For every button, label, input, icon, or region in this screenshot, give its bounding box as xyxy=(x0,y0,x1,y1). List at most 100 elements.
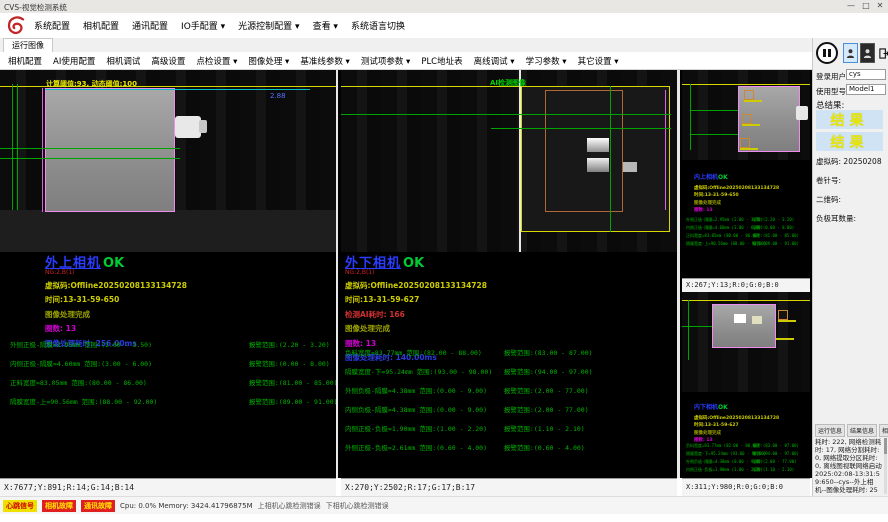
toolbar-item[interactable]: AI使用配置 xyxy=(53,55,95,67)
virtual-code-line: 虚拟码:Offline20250208133134728 xyxy=(345,280,487,291)
menu-item[interactable]: 相机配置 xyxy=(83,19,119,32)
login-user-field[interactable]: cys xyxy=(846,69,886,80)
tab-connector xyxy=(175,116,201,138)
pause-icon xyxy=(823,49,826,57)
result-text: 结果 xyxy=(831,135,869,151)
measure-row: 内侧正极-负极=1.90mm 范围:(1.00 - 2.20) 报警范围:(1.… xyxy=(345,420,675,439)
scrollbar-thumb[interactable] xyxy=(884,438,887,454)
camera-title: 内下相机 xyxy=(694,404,718,411)
camera-overlay-upper: 外上相机OK NG:2,B(1) 虚拟码:Offline202502081331… xyxy=(45,252,187,349)
info-tab[interactable]: 结果信息 xyxy=(847,424,877,437)
measure-guide-line xyxy=(491,128,671,129)
pixel-coordinate-bar-thumb-top: X:267;Y:13;R:0;G:0;B:0 xyxy=(682,278,810,292)
threshold-readout xyxy=(740,148,758,150)
battery-cell-region xyxy=(712,304,776,348)
measure-row: 内侧正极-隔膜=4.60mm (3.00 - 6.00) 报警:(0.00 - … xyxy=(686,224,806,232)
menu-item[interactable]: IO手配置 ▾ xyxy=(181,19,225,32)
measure-row: 正料宽度=83.05mm (80.00 - 86.00) 报警:(81.00 -… xyxy=(686,232,806,240)
result-text: 结果 xyxy=(831,113,869,129)
thumbnail-camera-inner-upper[interactable]: 内上相机OK 虚拟码:Offline20250208133134728 时间:1… xyxy=(682,70,810,278)
toolbar-item[interactable]: 学习参数 ▾ xyxy=(526,55,567,67)
info-tab[interactable]: 相机信息 xyxy=(879,424,888,437)
tab-connector xyxy=(587,158,609,172)
toolbar-item[interactable]: 高级设置 xyxy=(151,55,185,67)
panel-divider xyxy=(336,70,338,478)
measure-row: 负料宽度=83.77mm (82.00 - 88.00) 报警:(83.00 -… xyxy=(686,442,806,450)
menu-item[interactable]: 系统语言切换 xyxy=(351,19,405,32)
measure-row: 外侧正极-隔膜=2.95mm 范围:(2.00 - 3.50) 报警范围:(2.… xyxy=(10,336,336,355)
measure-value: 外侧负极-隔膜=4.38mm 范围:(0.00 - 9.00) xyxy=(345,382,500,401)
measure-value: 隔膜宽度-下=95.24mm 范围:(93.00 - 98.00) xyxy=(345,363,500,382)
camera-image-upper-outer[interactable]: 计算阈值:93, 动态阈值:100 2.88 xyxy=(0,70,336,252)
alarm-range: 报警:(0.00 - 8.00) xyxy=(752,225,794,230)
virtual-code-line: 虚拟码:Offline20250208133134728 xyxy=(694,185,779,191)
alarm-range: 报警范围:(2.00 - 77.00) xyxy=(504,406,589,414)
minimize-button[interactable]: — xyxy=(844,0,858,12)
pause-button[interactable] xyxy=(816,42,838,64)
toolbar-item[interactable]: 其它设置 ▾ xyxy=(578,55,619,67)
exit-button[interactable] xyxy=(876,43,888,63)
measurement-list-upper: 外侧正极-隔膜=2.95mm 范围:(2.00 - 3.50) 报警范围:(2.… xyxy=(10,336,336,412)
measure-guide-line xyxy=(45,89,310,90)
toolbar-item[interactable]: 离线调试 ▾ xyxy=(474,55,515,67)
cpu-memory-text: Cpu: 0.0% Memory: 3424.41796875M xyxy=(120,502,253,510)
measure-guide-line xyxy=(690,110,740,111)
measure-row: 隔膜宽度-上=90.56mm (88.00 - 92.00) 报警:(89.00… xyxy=(686,240,806,248)
edge-guide-line xyxy=(688,300,689,360)
toolbar-item[interactable]: PLC地址表 xyxy=(421,55,462,67)
camera-title: 内上相机 xyxy=(694,174,718,181)
result-box-upper: 结果 xyxy=(816,110,883,129)
time-line: 时间:13-31-59-627 xyxy=(345,294,487,305)
tab-strip: 运行图像 xyxy=(0,38,812,53)
sidebar-field: 二维码: xyxy=(816,194,888,205)
menu-item[interactable]: 通讯配置 xyxy=(132,19,168,32)
pixel-coordinate-text: X:270;Y:2502;R:17;G:17;B:17 xyxy=(345,483,475,492)
measure-value: 内侧负极-隔膜=4.38mm 范围:(0.00 - 9.00) xyxy=(345,401,500,420)
measure-row: 外侧负极-隔膜=4.38mm (0.00 - 9.00) 报警:(2.00 - … xyxy=(686,458,806,466)
alarm-range: 报警:(81.00 - 85.00) xyxy=(752,233,799,238)
model-field[interactable]: Model1 xyxy=(846,84,886,95)
menu-item[interactable]: 光源控制配置 ▾ xyxy=(238,19,299,32)
toolbar-item[interactable]: 相机调试 xyxy=(106,55,140,67)
switch-user-button[interactable] xyxy=(860,43,875,63)
virtual-code-line: 虚拟码:Offline20250208133134728 xyxy=(45,280,187,291)
camera-result-ok: OK xyxy=(403,256,424,271)
toolbar-item[interactable]: 相机配置 xyxy=(8,55,42,67)
info-tab[interactable]: 运行信息 xyxy=(815,424,845,437)
process-done-line: 图像处理完成 xyxy=(45,309,187,320)
detect-rect xyxy=(744,90,754,100)
measure-row: 外侧正极-隔膜=2.95mm (2.00 - 3.50) 报警:(2.20 - … xyxy=(686,216,806,224)
machine-bed xyxy=(0,210,336,252)
edge-guide-line xyxy=(610,86,611,232)
toolbar-item[interactable]: 点检设置 ▾ xyxy=(196,55,237,67)
pixel-coordinate-bar-thumb-bottom: X:311;Y:980;R:0;G:0;B:0 xyxy=(682,478,810,496)
log-text: 耗时: 222, 网络检测耗时: 17, 网络分割耗时: 0, 网络提取分区耗时… xyxy=(815,438,882,494)
log-scrollbar[interactable] xyxy=(884,438,887,494)
menu-items: 系统配置相机配置通讯配置 IO手配置 ▾ 光源控制配置 ▾ 查看 ▾ 系统语言切换 xyxy=(34,13,405,38)
measure-guide-line xyxy=(341,114,671,115)
alarm-range: 报警:(2.00 - 77.00) xyxy=(752,459,796,464)
thumbnail-camera-inner-lower[interactable]: 内下相机OK 虚拟码:Offline20250208133134728 时间:1… xyxy=(682,292,810,478)
measure-row: 隔膜宽度-上=90.56mm 范围:(88.00 - 92.00) 报警范围:(… xyxy=(10,393,336,412)
alarm-range: 报警:(89.00 - 91.00) xyxy=(752,241,799,246)
maximize-button[interactable]: □ xyxy=(859,0,873,12)
measure-value: 内侧正极-隔膜=4.60mm (3.00 - 6.00) xyxy=(686,224,750,232)
toolbar-item[interactable]: 图像处理 ▾ xyxy=(248,55,289,67)
lower-camera-error-text: 下相机心跳检测错误 xyxy=(326,501,389,511)
camera-overlay-thumb: 内下相机OK 虚拟码:Offline20250208133134728 时间:1… xyxy=(694,394,779,443)
threshold-readout xyxy=(778,320,796,322)
camera-result-ok: OK xyxy=(718,174,728,181)
baseline-guide-line xyxy=(682,300,810,301)
tab-connector xyxy=(587,138,609,152)
threshold-readout xyxy=(776,338,794,340)
toolbar-item[interactable]: 基准线参数 ▾ xyxy=(300,55,349,67)
toolbar-item[interactable]: 测试项参数 ▾ xyxy=(361,55,410,67)
threshold-readout: 计算阈值:93, 动态阈值:100 xyxy=(46,79,137,89)
camera-image-lower-outer[interactable]: AI检测图像 xyxy=(341,70,677,252)
menu-item[interactable]: 查看 ▾ xyxy=(313,19,338,32)
tab-run-image[interactable]: 运行图像 xyxy=(3,38,53,52)
close-button[interactable]: ✕ xyxy=(873,0,887,12)
menu-item[interactable]: 系统配置 xyxy=(34,19,70,32)
alarm-range: 报警范围:(94.00 - 97.00) xyxy=(504,368,593,376)
login-user-button[interactable] xyxy=(843,43,858,63)
